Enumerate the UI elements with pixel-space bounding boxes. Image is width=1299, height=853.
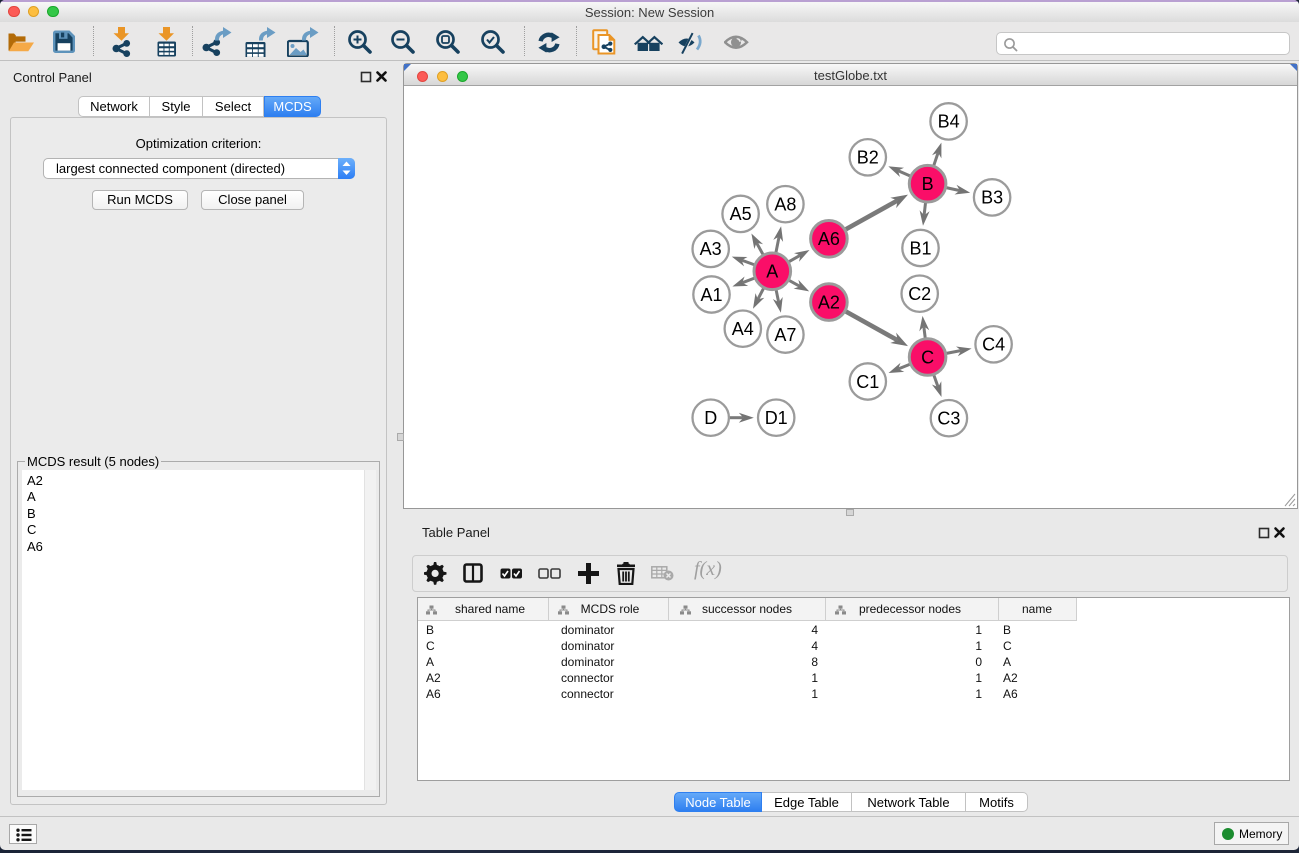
svg-text:C2: C2 <box>908 284 931 304</box>
svg-text:C3: C3 <box>937 409 960 429</box>
svg-text:A8: A8 <box>774 195 796 215</box>
svg-text:C1: C1 <box>856 372 879 392</box>
svg-text:D: D <box>704 408 717 428</box>
svg-text:A1: A1 <box>700 285 722 305</box>
svg-text:B: B <box>922 174 934 194</box>
svg-text:A: A <box>766 262 778 282</box>
svg-text:D1: D1 <box>765 408 788 428</box>
svg-text:A7: A7 <box>774 325 796 345</box>
svg-text:A4: A4 <box>732 319 754 339</box>
svg-text:B3: B3 <box>981 188 1003 208</box>
svg-text:B2: B2 <box>857 148 879 168</box>
svg-text:B4: B4 <box>938 112 960 132</box>
svg-text:A6: A6 <box>818 229 840 249</box>
svg-text:B1: B1 <box>909 238 931 258</box>
svg-text:C: C <box>921 347 934 367</box>
svg-text:A2: A2 <box>818 292 840 312</box>
svg-text:C4: C4 <box>982 335 1005 355</box>
svg-text:A5: A5 <box>730 204 752 224</box>
svg-text:A3: A3 <box>700 239 722 259</box>
